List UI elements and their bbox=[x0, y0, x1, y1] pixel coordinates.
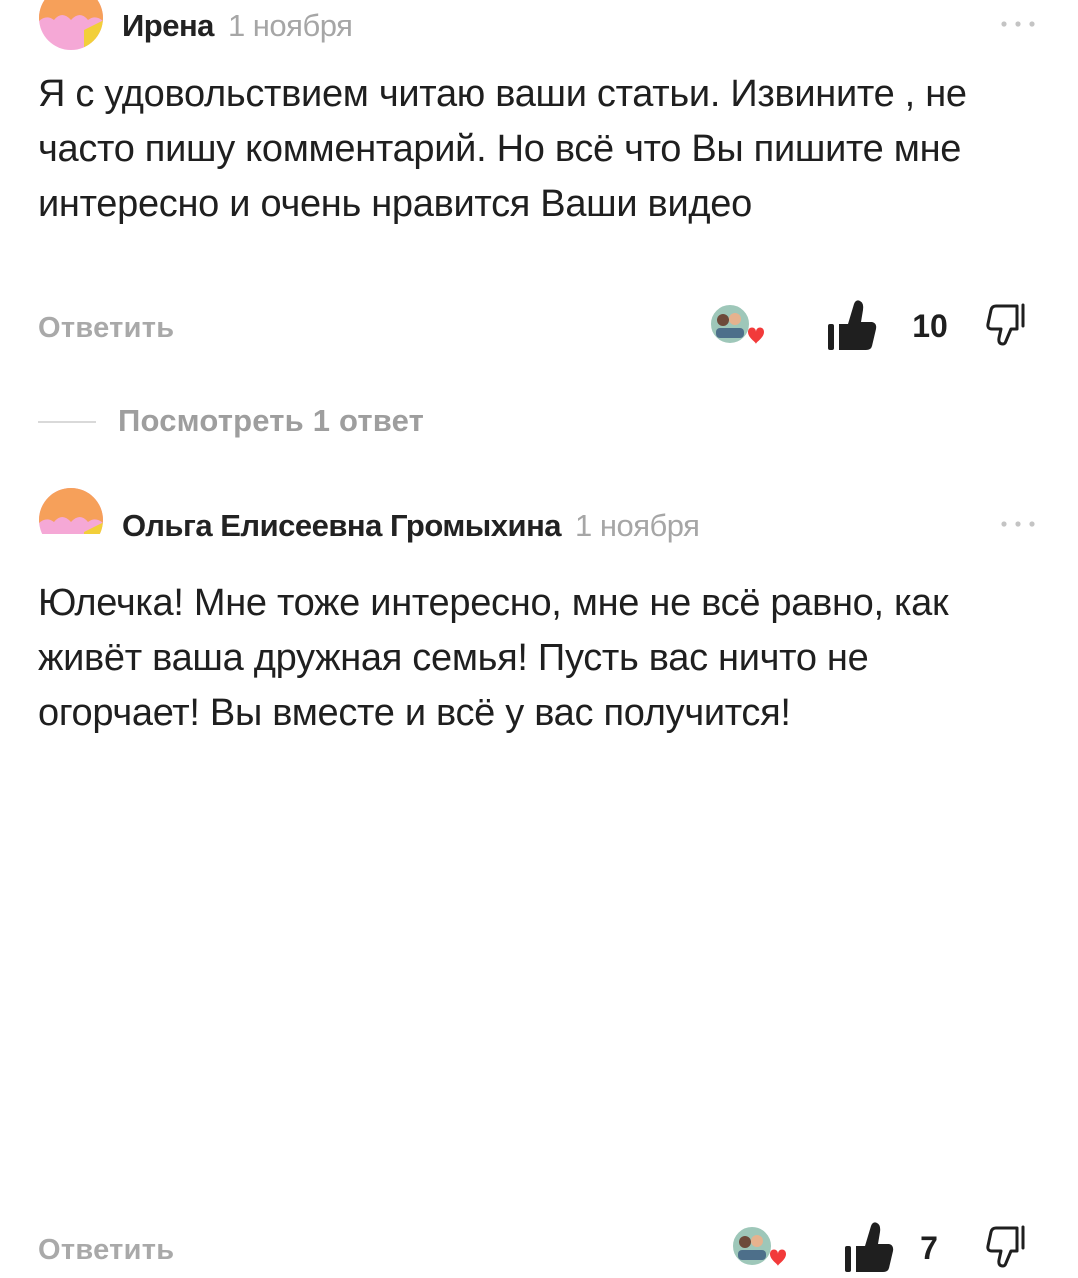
comment-date: 1 ноября bbox=[227, 8, 353, 43]
comment-actions: Ответить 10 bbox=[38, 296, 1040, 356]
like-count: 7 bbox=[920, 1230, 938, 1266]
user-avatar-icon[interactable] bbox=[38, 478, 104, 534]
comment-text: Я с удовольствием читаю ваши статьи. Изв… bbox=[38, 73, 967, 225]
author-name[interactable]: Ольга Елисеевна Громыхина 1 ноября bbox=[122, 508, 700, 544]
dislike-icon[interactable] bbox=[986, 1224, 1028, 1268]
like-icon[interactable] bbox=[843, 1220, 895, 1274]
like-count: 10 bbox=[912, 308, 948, 344]
reactors-avatar-icon[interactable] bbox=[730, 1222, 788, 1270]
view-replies-row: Посмотреть 1 ответ bbox=[38, 398, 638, 448]
comment-text: Юлечка! Мне тоже интересно, мне не всё р… bbox=[38, 582, 949, 734]
reply-button[interactable]: Ответить bbox=[38, 312, 174, 345]
comment-actions: Ответить 7 bbox=[38, 1218, 1040, 1278]
view-replies-link[interactable]: Посмотреть 1 ответ bbox=[118, 403, 424, 439]
more-dots-icon[interactable] bbox=[998, 518, 1038, 530]
user-avatar-icon[interactable] bbox=[38, 0, 104, 56]
comment-header: Ольга Елисеевна Громыхина 1 ноября bbox=[38, 478, 1038, 543]
thread-divider bbox=[38, 421, 96, 423]
reactors-avatar-icon[interactable] bbox=[708, 300, 766, 348]
comment-date: 1 ноября bbox=[575, 508, 700, 543]
comment-header: Ирена 1 ноября bbox=[38, 0, 1038, 56]
reply-button[interactable]: Ответить bbox=[38, 1234, 174, 1267]
dislike-icon[interactable] bbox=[986, 302, 1028, 346]
more-dots-icon[interactable] bbox=[998, 18, 1038, 30]
like-icon[interactable] bbox=[826, 298, 878, 352]
author-name[interactable]: Ирена 1 ноября bbox=[122, 8, 353, 44]
